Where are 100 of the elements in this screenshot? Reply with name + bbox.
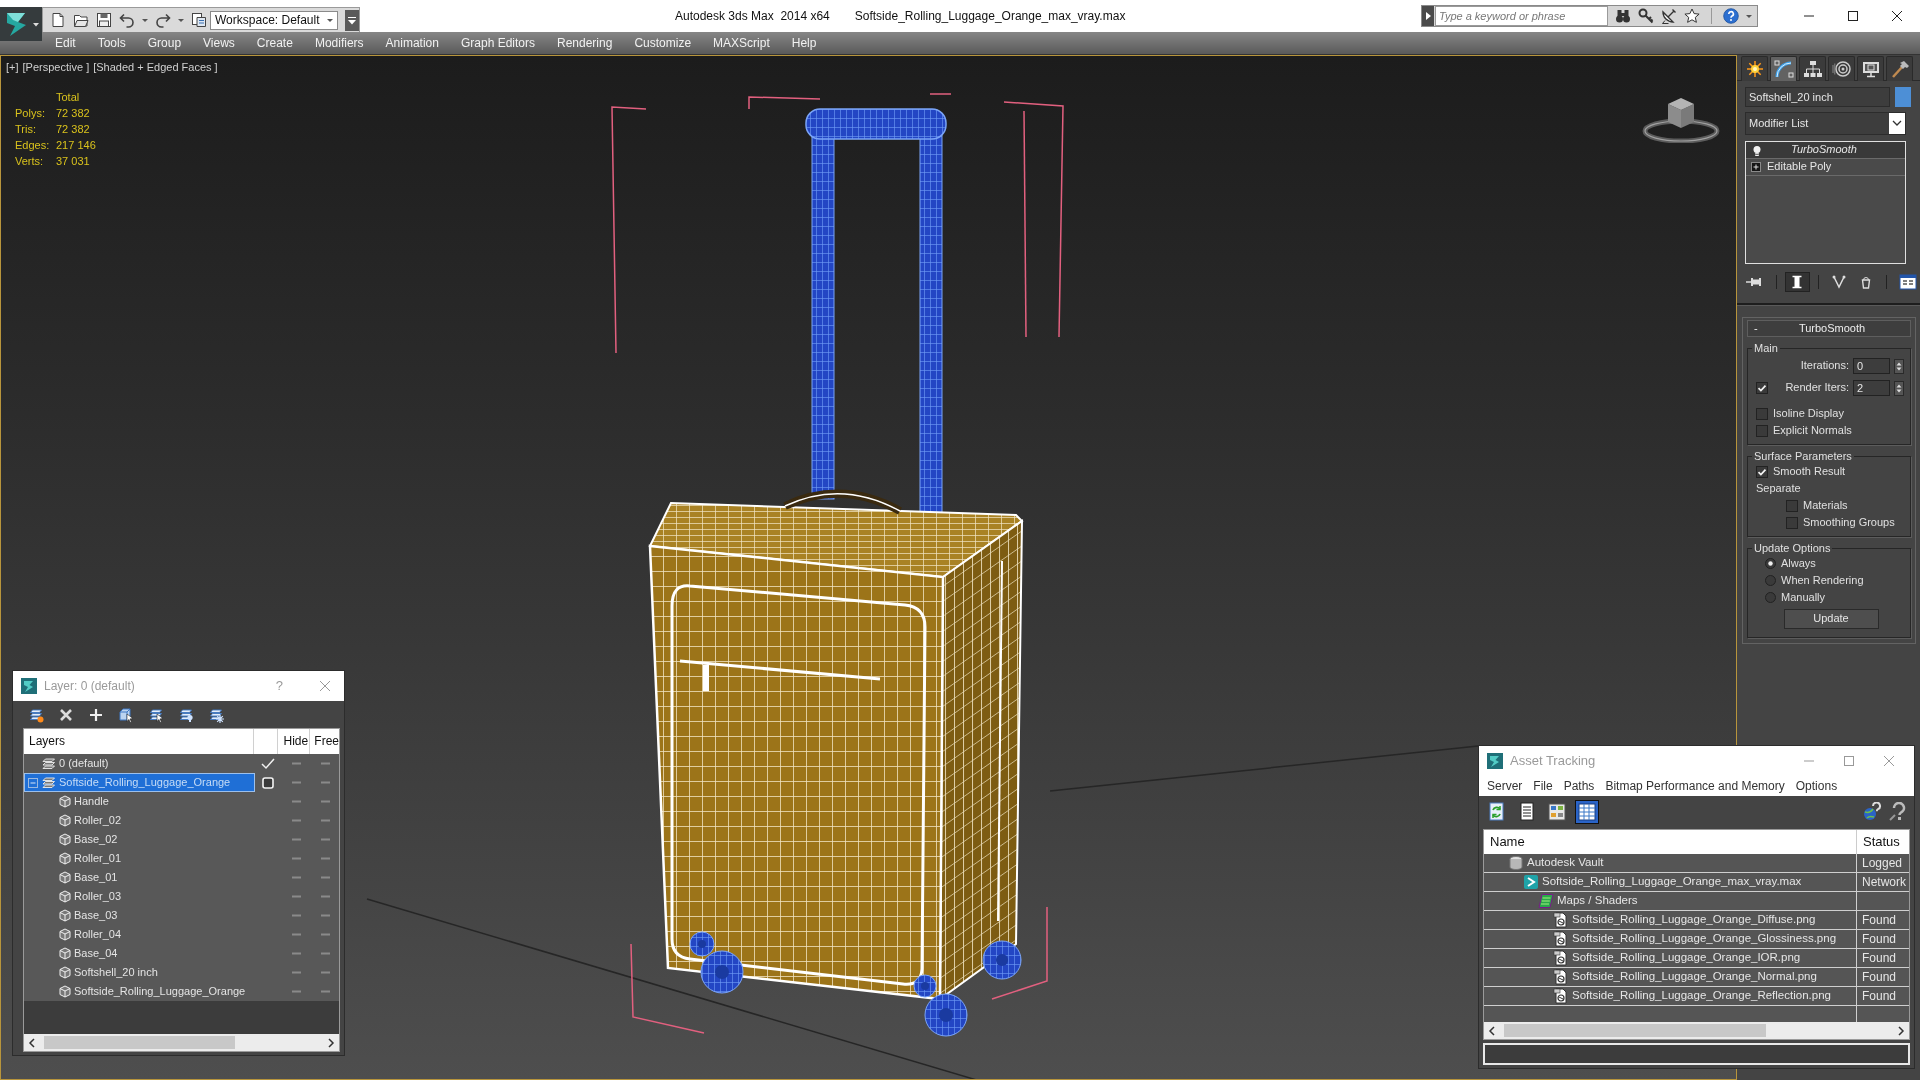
delete-icon[interactable] <box>58 706 74 723</box>
documents-icon[interactable] <box>191 12 207 28</box>
object-item[interactable]: Roller_03 <box>24 887 255 906</box>
add-icon[interactable] <box>88 706 104 723</box>
display-tab[interactable] <box>1857 56 1884 81</box>
menu-item[interactable]: Animation <box>374 35 450 51</box>
help-icon[interactable] <box>1723 8 1739 24</box>
radio-label[interactable]: Always <box>1781 556 1816 571</box>
binoculars-icon[interactable] <box>1615 8 1632 24</box>
modifier-list-dropdown[interactable]: Modifier List <box>1745 112 1906 135</box>
scroll-right-icon[interactable] <box>327 1037 335 1048</box>
table-view-button[interactable] <box>1575 799 1599 824</box>
color-swatch-icon[interactable] <box>1895 87 1911 107</box>
hide-toggle-icon[interactable] <box>291 933 301 936</box>
menu-item[interactable]: Group <box>136 35 193 51</box>
checkbox[interactable] <box>1786 499 1798 512</box>
radio-button[interactable] <box>1765 575 1776 586</box>
help-icon[interactable] <box>1888 801 1908 822</box>
menu-item[interactable]: Views <box>192 35 246 51</box>
column-header[interactable]: Status <box>1857 830 1909 854</box>
maximize-icon[interactable] <box>1848 11 1858 21</box>
radio-button[interactable] <box>1765 558 1776 569</box>
menu-item[interactable]: Tools <box>86 35 137 51</box>
menu-item[interactable]: Options <box>1795 778 1838 794</box>
layers-snowflake-icon[interactable] <box>208 706 224 723</box>
motion-tab[interactable] <box>1828 56 1855 81</box>
hide-toggle-icon[interactable] <box>291 952 301 955</box>
shading-menu[interactable]: [Shaded + Edged Faces ] <box>93 61 218 75</box>
undo-icon[interactable] <box>119 12 135 28</box>
hide-toggle-icon[interactable] <box>291 971 301 974</box>
column-header[interactable]: Name <box>1484 830 1857 854</box>
hide-toggle-icon[interactable] <box>291 895 301 898</box>
create-tab[interactable] <box>1741 56 1768 81</box>
radio-label[interactable]: Manually <box>1781 590 1826 605</box>
checkbox[interactable] <box>1756 465 1768 478</box>
object-item[interactable]: Softside_Rolling_Luggage_Orange <box>24 982 255 1001</box>
spinner-field[interactable]: 2 <box>1853 380 1890 396</box>
redo-icon[interactable] <box>155 12 171 28</box>
hierarchy-tab[interactable] <box>1799 56 1826 81</box>
freeze-toggle-icon[interactable] <box>321 819 330 822</box>
object-item[interactable]: Base_02 <box>24 830 255 849</box>
menu-item[interactable]: Server <box>1487 778 1523 794</box>
menu-item[interactable]: MAXScript <box>702 35 781 51</box>
column-header[interactable]: Free <box>310 729 339 754</box>
modifier-item[interactable]: Editable Poly <box>1746 159 1905 176</box>
menu-item[interactable]: Customize <box>623 35 703 51</box>
hide-toggle-icon[interactable] <box>291 990 301 993</box>
utilities-tab[interactable] <box>1886 56 1913 81</box>
rollout-header[interactable]: - TurboSmooth <box>1747 320 1911 337</box>
checkbox[interactable] <box>1756 407 1768 420</box>
viewport-menu[interactable]: [+] <box>6 61 19 75</box>
column-header[interactable]: Layers <box>24 729 254 754</box>
show-end-result-button[interactable] <box>1784 272 1810 292</box>
hide-toggle-icon[interactable] <box>291 914 301 917</box>
hide-toggle-icon[interactable] <box>291 819 301 822</box>
freeze-toggle-icon[interactable] <box>321 762 330 765</box>
cube-cursor-icon[interactable] <box>118 706 134 723</box>
checkbox-label[interactable]: Materials <box>1803 498 1848 513</box>
freeze-toggle-icon[interactable] <box>321 857 330 860</box>
menu-item[interactable]: Edit <box>44 35 87 51</box>
horizontal-scrollbar[interactable] <box>24 1034 339 1051</box>
hide-toggle-icon[interactable] <box>291 876 301 879</box>
object-item[interactable]: Base_01 <box>24 868 255 887</box>
freeze-toggle-icon[interactable] <box>321 876 330 879</box>
freeze-toggle-icon[interactable] <box>321 895 330 898</box>
hide-toggle-icon[interactable] <box>291 838 301 841</box>
menu-item[interactable]: Create <box>245 35 304 51</box>
check-icon[interactable] <box>260 757 275 770</box>
menu-item[interactable]: Bitmap Performance and Memory <box>1605 778 1785 794</box>
checkbox[interactable] <box>1786 516 1798 529</box>
hide-toggle-icon[interactable] <box>291 762 301 765</box>
freeze-toggle-icon[interactable] <box>321 952 330 955</box>
satellite-dish-icon[interactable] <box>1661 8 1678 24</box>
menu-item[interactable]: Rendering <box>546 35 624 51</box>
save-icon[interactable] <box>96 12 112 28</box>
open-folder-icon[interactable] <box>73 12 89 28</box>
scroll-left-icon[interactable] <box>1488 1025 1496 1036</box>
menu-item[interactable]: Graph Editors <box>449 35 546 51</box>
checkbox-label[interactable]: Isoline Display <box>1773 406 1844 421</box>
globe-help-icon[interactable] <box>1862 801 1882 822</box>
freeze-toggle-icon[interactable] <box>321 838 330 841</box>
modify-tab[interactable] <box>1770 56 1797 81</box>
freeze-toggle-icon[interactable] <box>321 971 330 974</box>
key-icon[interactable] <box>1638 8 1655 24</box>
search-field[interactable]: Type a keyword or phrase <box>1435 6 1609 26</box>
object-item[interactable]: Softshell_20 inch <box>24 963 255 982</box>
checkbox-label[interactable]: Explicit Normals <box>1773 423 1852 438</box>
object-item[interactable]: Handle <box>24 792 255 811</box>
checkbox-label[interactable]: Smoothing Groups <box>1803 515 1895 530</box>
scroll-right-icon[interactable] <box>1897 1025 1905 1036</box>
menu-item[interactable]: Modifiers <box>303 35 375 51</box>
new-file-icon[interactable] <box>50 12 66 28</box>
radio-button[interactable] <box>1765 592 1776 603</box>
object-item[interactable]: Roller_04 <box>24 925 255 944</box>
app-logo-icon[interactable] <box>0 7 42 41</box>
scrollbar-thumb[interactable] <box>1504 1024 1766 1037</box>
column-header[interactable]: Hide <box>278 729 311 754</box>
spinner-field[interactable]: 0 <box>1853 358 1890 374</box>
spinner-arrows-icon[interactable] <box>1894 358 1904 374</box>
scroll-left-icon[interactable] <box>28 1037 36 1048</box>
